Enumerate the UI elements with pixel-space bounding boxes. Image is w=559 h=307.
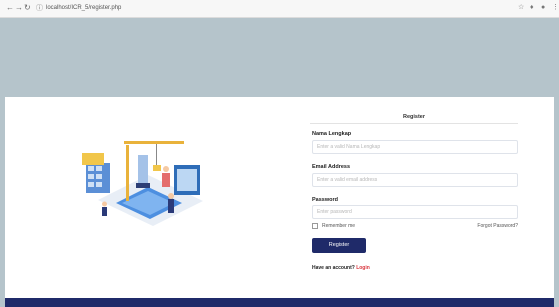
register-button[interactable]: Register: [312, 238, 366, 253]
reload-icon[interactable]: ↻: [24, 3, 31, 13]
menu-icon[interactable]: ⋮: [552, 3, 559, 13]
address-bar-url: localhost/ICR_5/register.php: [46, 5, 122, 11]
extensions-icon[interactable]: ♦: [530, 3, 534, 13]
forgot-password-link[interactable]: Forgot Password?: [477, 222, 518, 230]
have-account-row: Have an account? Login: [312, 265, 370, 271]
password-input[interactable]: Enter password: [312, 205, 518, 219]
register-title: Register: [402, 114, 425, 120]
remember-me-checkbox[interactable]: [312, 222, 318, 229]
email-placeholder: Enter a valid email address: [317, 177, 378, 183]
remember-me-label: Remember me: [322, 223, 356, 229]
footer-bar: [5, 298, 554, 307]
forward-icon[interactable]: →: [15, 3, 23, 13]
site-info-icon[interactable]: ⓘ: [36, 3, 43, 14]
profile-icon[interactable]: ●: [541, 3, 545, 13]
remember-me-row[interactable]: Remember me: [312, 222, 355, 230]
back-icon[interactable]: ←: [6, 3, 14, 13]
address-bar[interactable]: ⓘ localhost/ICR_5/register.php: [36, 3, 496, 14]
bookmark-star-icon[interactable]: ☆: [518, 3, 524, 13]
name-placeholder: Enter a valid Nama Lengkap: [317, 144, 381, 150]
have-account-text: Have an account?: [312, 265, 355, 271]
login-link[interactable]: Login: [356, 265, 370, 271]
title-divider: [310, 123, 518, 124]
email-input[interactable]: Enter a valid email address: [312, 173, 518, 187]
construction-illustration: [82, 141, 203, 226]
password-placeholder: Enter password: [317, 209, 352, 215]
name-label: Nama Lengkap: [312, 131, 352, 137]
email-label: Email Address: [312, 164, 351, 170]
name-input[interactable]: Enter a valid Nama Lengkap: [312, 140, 518, 154]
password-label: Password: [312, 197, 338, 203]
browser-toolbar: ← → ↻ ⓘ localhost/ICR_5/register.php ☆ ♦…: [0, 0, 559, 18]
